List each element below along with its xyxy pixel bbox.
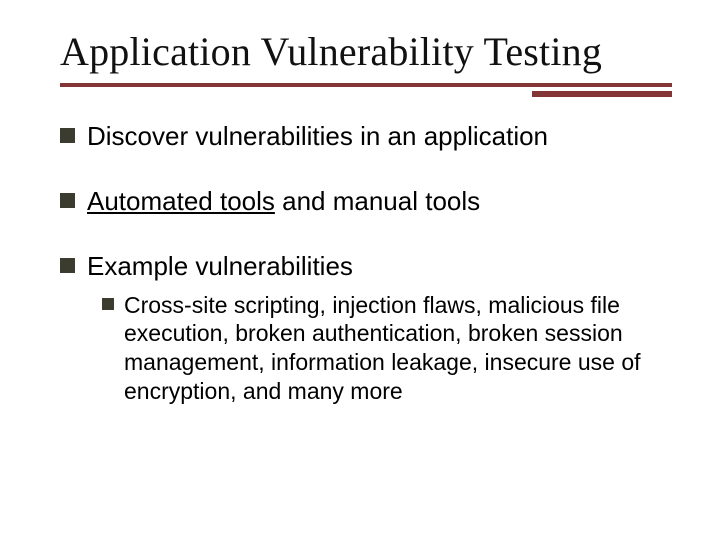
square-bullet-icon xyxy=(60,258,75,273)
bullet-item: Discover vulnerabilities in an applicati… xyxy=(60,121,672,152)
square-bullet-icon xyxy=(60,193,75,208)
square-bullet-icon xyxy=(102,298,114,310)
bullet-item: Automated tools and manual tools xyxy=(60,186,672,217)
bullet-item: Example vulnerabilities xyxy=(60,251,672,282)
underlined-text: Automated tools xyxy=(87,186,275,216)
square-bullet-icon xyxy=(60,128,75,143)
title-accent-bar xyxy=(532,91,672,97)
slide-content: Discover vulnerabilities in an applicati… xyxy=(60,121,672,406)
bullet-text: Discover vulnerabilities in an applicati… xyxy=(87,121,548,152)
slide: Application Vulnerability Testing Discov… xyxy=(0,0,720,540)
sub-bullet-text: Cross-site scripting, injection flaws, m… xyxy=(124,291,672,406)
title-accent-wrap xyxy=(60,91,672,97)
bullet-text: Example vulnerabilities xyxy=(87,251,353,282)
slide-title: Application Vulnerability Testing xyxy=(60,28,672,75)
bullet-text: Automated tools and manual tools xyxy=(87,186,480,217)
sub-bullet-item: Cross-site scripting, injection flaws, m… xyxy=(102,291,672,406)
title-underline xyxy=(60,83,672,87)
bullet-text-rest: and manual tools xyxy=(275,186,480,216)
